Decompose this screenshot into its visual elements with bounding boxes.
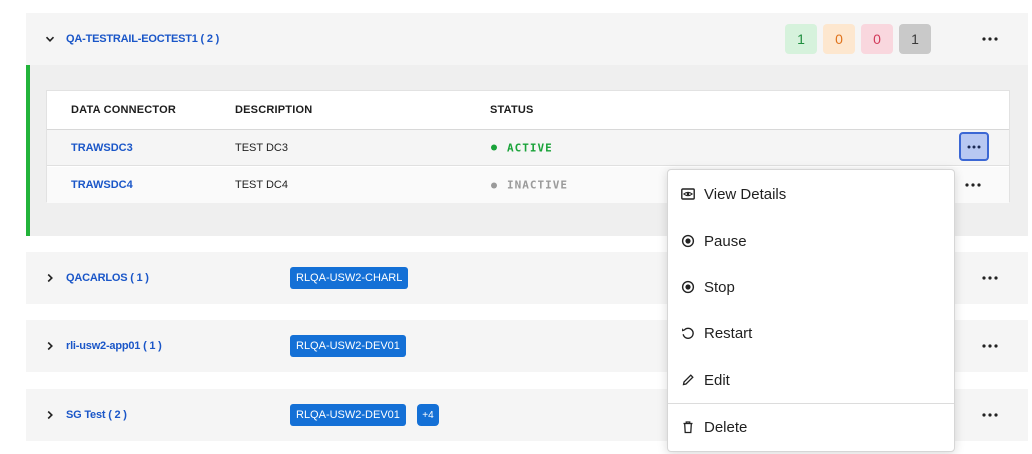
connector-link[interactable]: TRAWSDC4 [71,179,133,191]
menu-item-delete[interactable]: Delete [668,404,954,450]
menu-item-label: View Details [704,185,787,203]
menu-item-label: Restart [704,324,753,342]
region-tag: RLQA-USW2-DEV01 [290,404,406,426]
pencil-icon [681,373,695,387]
status-badge: ACTIVE [491,141,553,154]
group-name[interactable]: QACARLOS ( 1 ) [66,272,149,284]
connector-link[interactable]: TRAWSDC3 [71,142,133,154]
row-more-icon[interactable] [961,175,985,195]
connector-description: TEST DC4 [235,179,288,191]
group-header-qa-testrail[interactable]: QA-TESTRAIL-EOCTEST1 ( 2 ) 1 0 0 1 [26,13,1028,65]
error-count-badge: 0 [861,24,893,54]
chevron-right-icon[interactable] [44,409,56,421]
restart-icon [681,326,695,340]
chevron-right-icon[interactable] [44,272,56,284]
group-more-icon[interactable] [978,29,1002,49]
active-count-badge: 1 [785,24,817,54]
menu-item-label: Pause [704,232,747,250]
table-row[interactable]: TRAWSDC3 TEST DC3 ACTIVE [47,130,1009,166]
row-context-menu: View Details Pause Stop Restart Edit Del… [667,169,955,452]
group-more-icon[interactable] [978,336,1002,356]
status-text: ACTIVE [507,141,553,154]
status-text: INACTIVE [507,178,568,192]
group-name[interactable]: rli-usw2-app01 ( 1 ) [66,340,162,352]
menu-item-label: Stop [704,278,735,296]
trash-icon [681,420,695,434]
inactive-dot-icon [491,182,497,188]
column-header-description: DESCRIPTION [235,104,313,116]
menu-item-label: Edit [704,371,730,389]
row-more-button[interactable] [959,132,989,161]
column-header-status: STATUS [490,104,534,116]
menu-item-label: Delete [704,418,748,436]
chevron-right-icon[interactable] [44,340,56,352]
eye-icon [681,187,695,201]
menu-item-restart[interactable]: Restart [668,310,954,356]
radio-dot-icon [681,280,695,294]
status-badge: INACTIVE [491,179,568,192]
status-counts: 1 0 0 1 [785,24,931,54]
menu-item-stop[interactable]: Stop [668,264,954,310]
radio-dot-icon [681,234,695,248]
menu-item-pause[interactable]: Pause [668,218,954,264]
region-tag: RLQA-USW2-DEV01 [290,335,406,357]
menu-item-edit[interactable]: Edit [668,357,954,403]
inactive-count-badge: 1 [899,24,931,54]
warning-count-badge: 0 [823,24,855,54]
chevron-down-icon[interactable] [44,33,56,45]
active-dot-icon [491,144,497,151]
group-more-icon[interactable] [978,268,1002,288]
group-more-icon[interactable] [978,405,1002,425]
menu-item-view-details[interactable]: View Details [668,171,954,217]
more-tags-badge[interactable]: +4 [417,404,439,426]
group-name[interactable]: QA-TESTRAIL-EOCTEST1 ( 2 ) [66,33,219,45]
table-header: DATA CONNECTOR DESCRIPTION STATUS [47,91,1009,130]
data-connectors-page: QA-TESTRAIL-EOCTEST1 ( 2 ) 1 0 0 1 DATA … [0,0,1032,454]
connector-description: TEST DC3 [235,141,288,154]
region-tag: RLQA-USW2-CHARL [290,267,409,289]
column-header-connector: DATA CONNECTOR [71,104,177,116]
group-name[interactable]: SG Test ( 2 ) [66,409,127,421]
